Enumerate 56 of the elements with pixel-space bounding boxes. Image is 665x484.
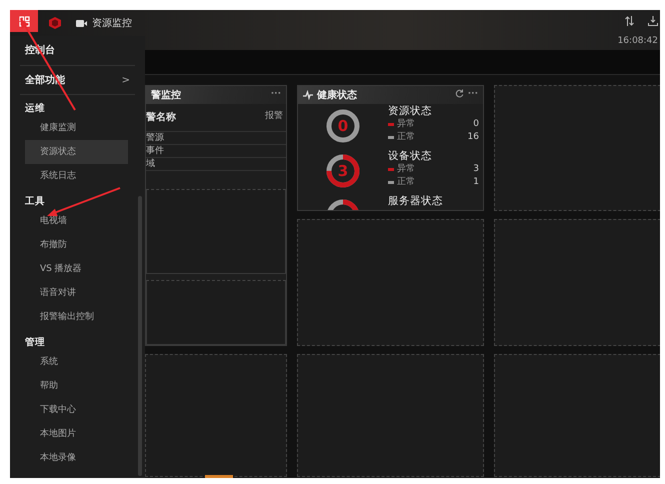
menu-group-title: 工具 [25, 195, 45, 209]
legend-label: 异常 [397, 163, 415, 176]
legend-count: 1 [473, 176, 479, 189]
legend-swatch [388, 136, 394, 139]
status-title: 服务器状态 [388, 194, 444, 208]
menu-item[interactable]: 健康监测 [25, 116, 128, 140]
menu-item[interactable]: 下载中心 [25, 398, 128, 422]
menu-group-title: 管理 [25, 336, 45, 350]
heartbeat-icon [303, 90, 313, 100]
refresh-icon[interactable] [454, 89, 464, 98]
menu-item[interactable]: 布撤防 [25, 233, 128, 257]
table-cell: 警源 [146, 132, 286, 145]
menu-item[interactable]: 本地录像 [25, 446, 128, 470]
clock-time: 16:08:42 [618, 35, 658, 48]
status-title: 资源状态 [388, 104, 433, 118]
menu-item[interactable]: 本地图片 [25, 422, 128, 446]
menu-item[interactable]: 电视墙 [25, 209, 128, 233]
sort-icon[interactable] [625, 16, 634, 26]
menu-item[interactable]: 语音对讲 [25, 281, 128, 305]
more-button[interactable]: ··· [270, 88, 281, 102]
legend-count: 3 [473, 163, 479, 176]
panel-title: 健康状态 [317, 88, 357, 102]
menu-group-title: 运维 [25, 102, 45, 116]
status-title: 设备状态 [388, 149, 433, 163]
table-cell: 域 [146, 158, 286, 171]
app-menu-button[interactable] [10, 10, 38, 32]
legend-count: 0 [473, 118, 479, 131]
menu-item[interactable]: 帮助 [25, 374, 128, 398]
more-button[interactable]: ··· [468, 88, 478, 102]
panel-title: 警监控 [151, 88, 181, 102]
legend-label: 正常 [397, 131, 415, 144]
menu-item[interactable]: 资源状态 [25, 140, 128, 164]
ring-value: 0 [338, 116, 348, 137]
menu-item[interactable]: 报警输出控制 [25, 305, 128, 329]
ring-value: 3 [338, 160, 348, 182]
legend-label: 正常 [397, 176, 415, 189]
legend-label: 异常 [397, 118, 415, 131]
column-header: 报警 [265, 110, 283, 123]
legend-swatch [388, 181, 394, 184]
legend-swatch [388, 168, 394, 171]
column-header: 警名称 [146, 110, 176, 125]
menu-item[interactable]: 系统 [25, 350, 128, 374]
menu-item[interactable]: VS 播放器 [25, 257, 128, 281]
status-indicator [205, 475, 233, 478]
download-icon[interactable] [648, 16, 658, 26]
legend-count: 16 [468, 131, 479, 144]
logo-icon [48, 17, 62, 30]
grid-icon [18, 16, 30, 26]
legend-swatch [388, 123, 394, 126]
page-tab-title[interactable]: 资源监控 [92, 16, 132, 31]
status-ring-icon [326, 109, 360, 143]
camera-icon [76, 20, 87, 27]
chevron-icon: > [122, 72, 130, 88]
status-ring-icon [326, 154, 360, 188]
table-cell: 事件 [146, 145, 286, 158]
menu-item[interactable]: 系统日志 [25, 164, 128, 188]
